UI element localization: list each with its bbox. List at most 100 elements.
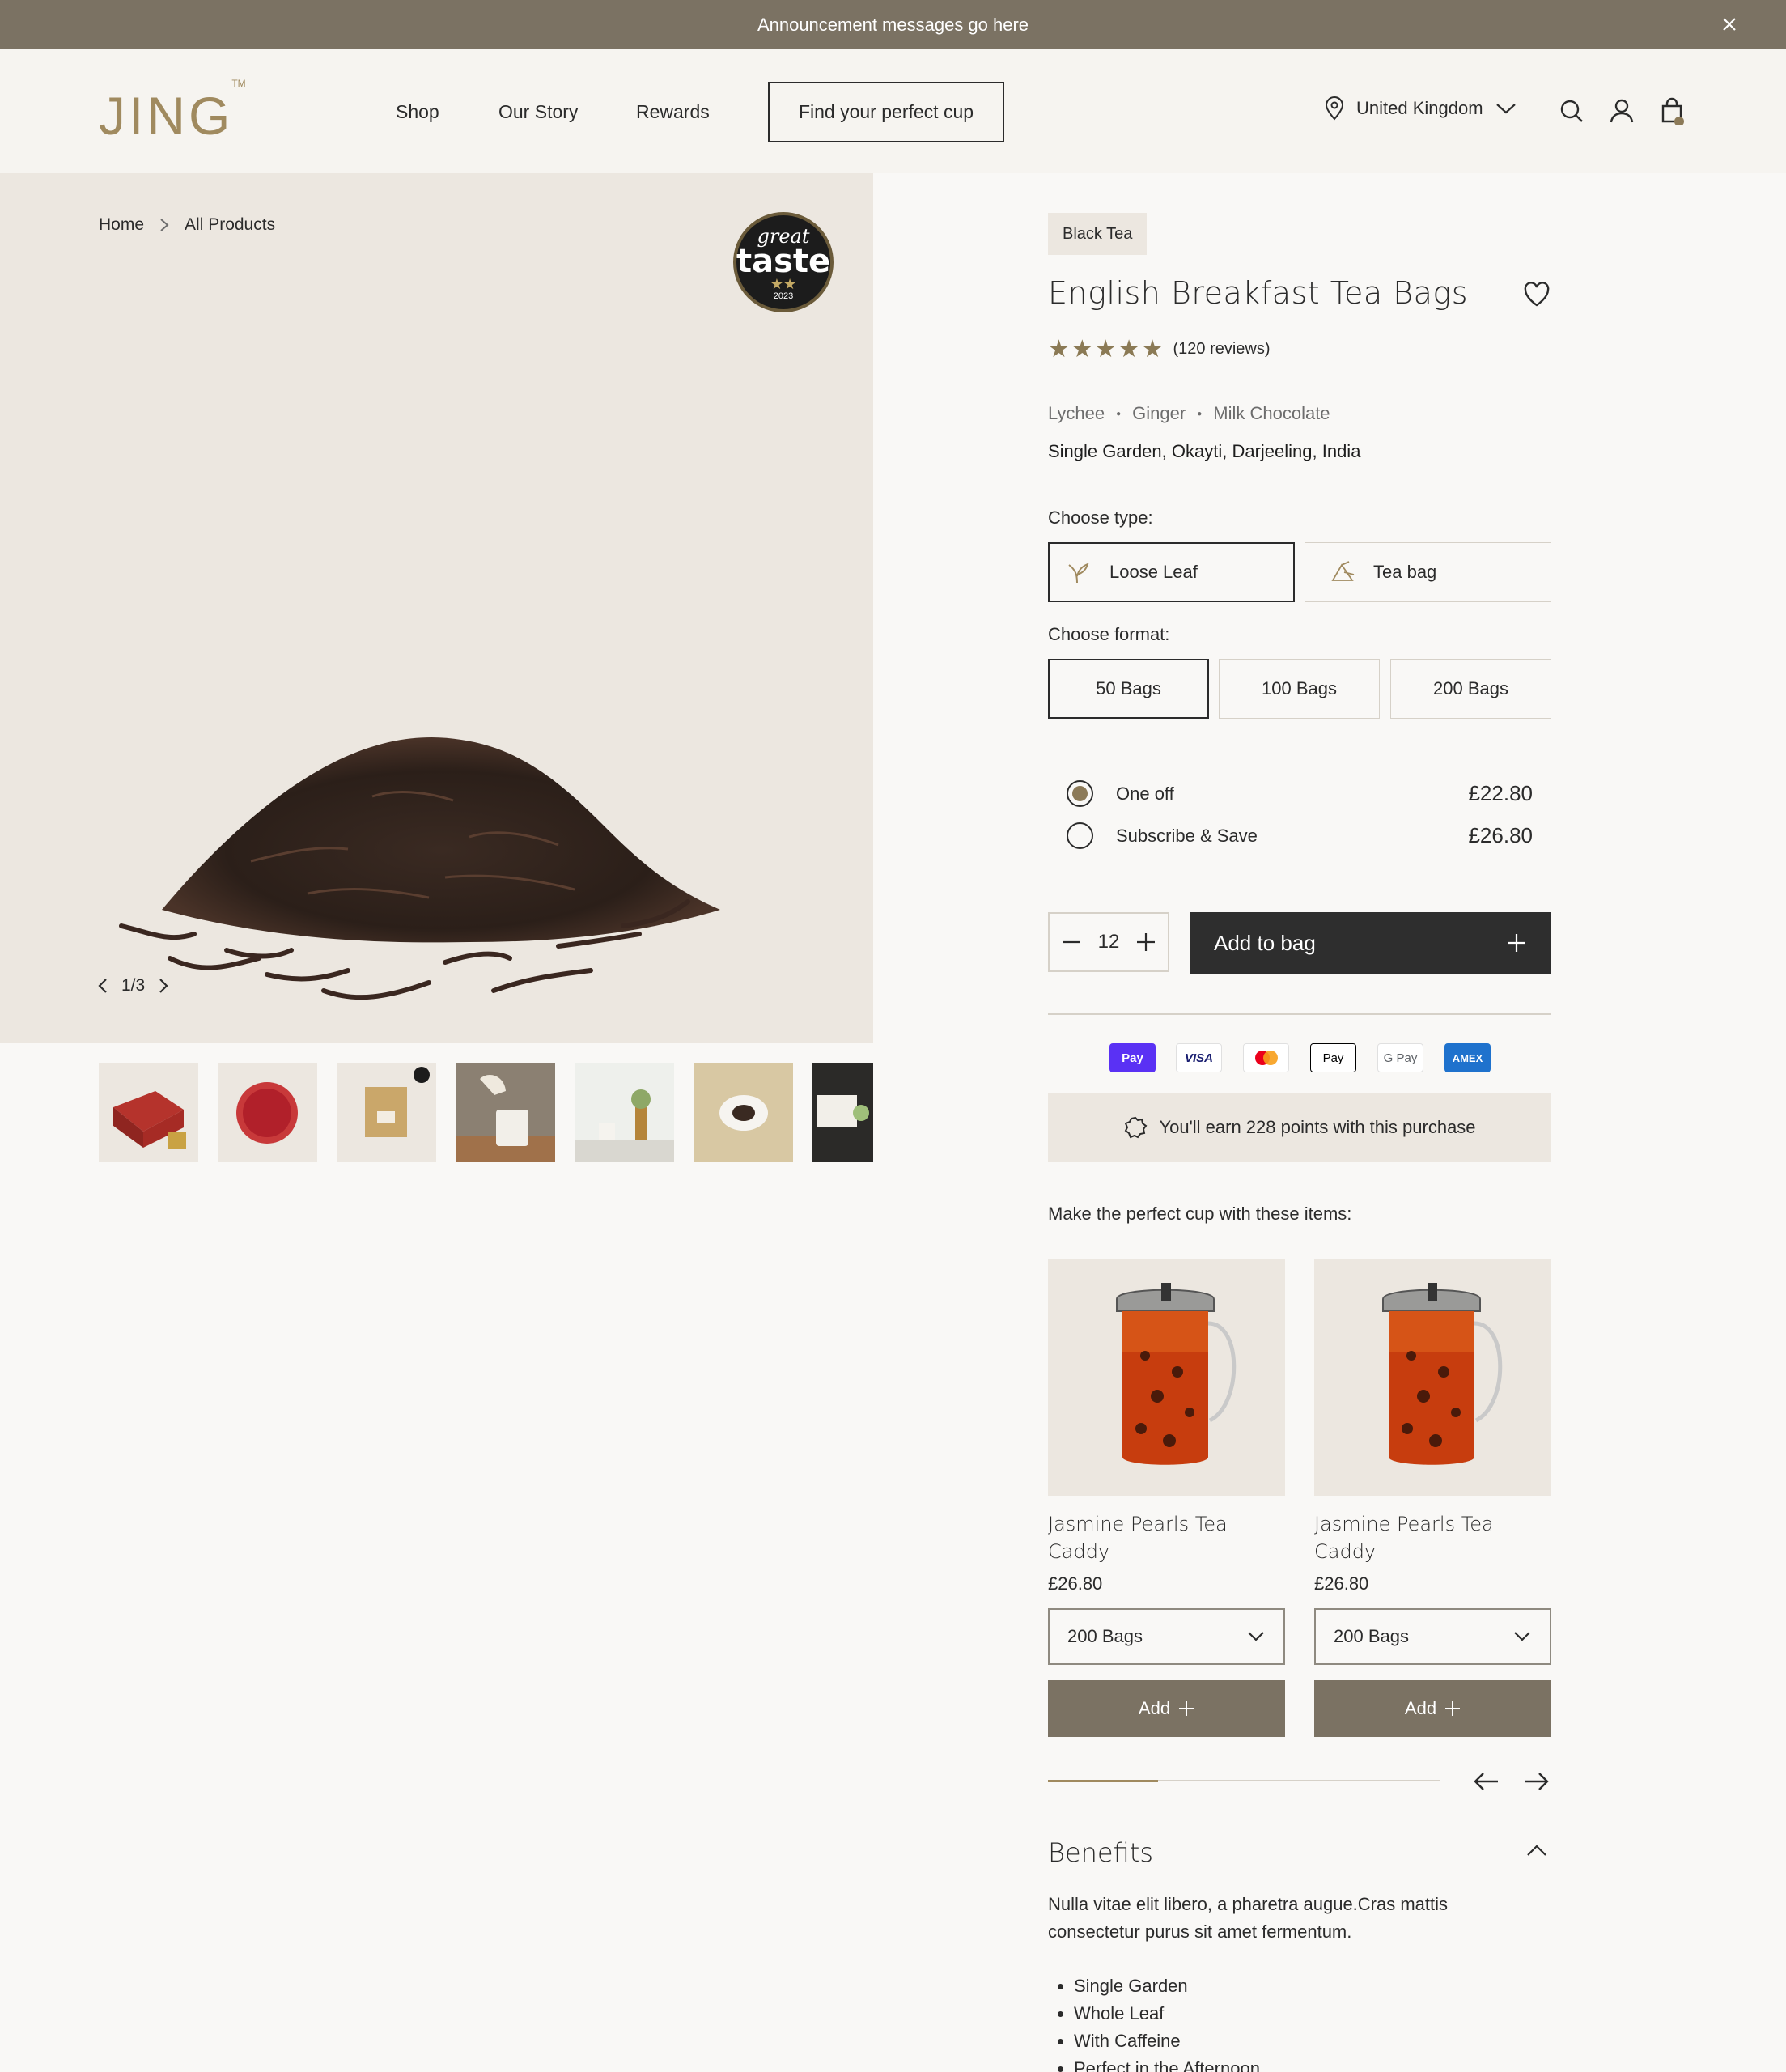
note-item: Lychee: [1048, 403, 1105, 423]
arrow-left-icon[interactable]: [1471, 1766, 1502, 1797]
add-to-bag-button[interactable]: Add to bag: [1190, 912, 1551, 974]
arrow-right-icon[interactable]: [1521, 1766, 1551, 1797]
type-loose-leaf[interactable]: Loose Leaf: [1048, 542, 1295, 602]
category-tag: Black Tea: [1048, 213, 1148, 255]
heart-icon[interactable]: [1522, 280, 1551, 309]
chevron-left-icon[interactable]: [97, 977, 108, 995]
recommendations-heading: Make the perfect cup with these items:: [1048, 1204, 1352, 1224]
minus-icon[interactable]: [1058, 928, 1085, 956]
pay-label: Pay: [1322, 1051, 1344, 1065]
note-item: Ginger: [1132, 403, 1186, 423]
badge-icon: [1125, 1116, 1148, 1139]
format-100-bags[interactable]: 100 Bags: [1219, 659, 1380, 719]
plus-icon: [1508, 934, 1525, 952]
select-value: 200 Bags: [1067, 1626, 1143, 1646]
announcement-text: Announcement messages go here: [757, 14, 1029, 35]
pay-label: G Pay: [1383, 1051, 1418, 1065]
purchase-option-label: Subscribe & Save: [1116, 825, 1258, 846]
points-text: You'll earn 228 points with this purchas…: [1159, 1117, 1476, 1137]
country-selector[interactable]: United Kingdom: [1324, 96, 1517, 121]
product-card-price: £26.80: [1048, 1573, 1103, 1594]
note-item: Milk Chocolate: [1213, 403, 1330, 423]
logo-tm: TM: [231, 78, 246, 89]
product-card-price: £26.80: [1314, 1573, 1369, 1594]
product-title: English Breakfast Tea Bags: [1048, 275, 1469, 311]
points-banner: You'll earn 228 points with this purchas…: [1048, 1093, 1551, 1162]
type-tea-bag[interactable]: Tea bag: [1305, 542, 1551, 602]
product-rating[interactable]: ★★★★★ (120 reviews): [1048, 335, 1271, 363]
close-icon[interactable]: [1718, 13, 1741, 36]
benefits-list: Single Garden Whole Leaf With Caffeine P…: [1074, 1972, 1260, 2072]
purchase-option-subscribe[interactable]: Subscribe & Save £26.80: [1067, 822, 1533, 849]
purchase-option-price: £26.80: [1468, 823, 1533, 847]
announcement-bar: Announcement messages go here: [0, 0, 1786, 49]
leaf-icon: [1068, 563, 1089, 584]
pay-label: AMEX: [1452, 1051, 1483, 1064]
nav-shop[interactable]: Shop: [396, 101, 439, 123]
bullet-icon: ●: [1197, 409, 1203, 418]
tea-leaves-image: [119, 737, 720, 1000]
pager-count: 1/3: [121, 976, 146, 995]
product-card-add-button[interactable]: Add: [1314, 1680, 1551, 1737]
thumbnail-gift-box[interactable]: [99, 1063, 198, 1162]
product-card-format-select[interactable]: 200 Bags: [1314, 1608, 1551, 1665]
review-count: (120 reviews): [1173, 340, 1271, 358]
thumbnail-hands-cup[interactable]: [812, 1063, 873, 1162]
chevron-down-icon: [1514, 1632, 1530, 1641]
list-item: With Caffeine: [1074, 2027, 1260, 2055]
purchase-option-one-off[interactable]: One off £22.80: [1067, 780, 1533, 807]
logo-text: JING: [99, 86, 234, 146]
badge-line2: taste: [736, 243, 831, 280]
product-card-image[interactable]: [1048, 1259, 1285, 1496]
radio-selected[interactable]: [1067, 780, 1093, 807]
choose-type-label: Choose type:: [1048, 507, 1153, 528]
chevron-right-icon[interactable]: [158, 977, 169, 995]
quantity-stepper: 12: [1048, 912, 1169, 972]
thumbnail-tea-bowl[interactable]: [694, 1063, 793, 1162]
great-taste-badge: great taste ★★ 2023: [733, 212, 834, 312]
radio-unselected[interactable]: [1067, 822, 1093, 849]
breadcrumb: Home All Products: [99, 215, 275, 235]
star-rating: ★★★★★: [1048, 336, 1165, 363]
chevron-up-icon[interactable]: [1525, 1839, 1549, 1863]
purchase-option-price: £22.80: [1468, 781, 1533, 805]
add-label: Add: [1138, 1698, 1171, 1718]
location-pin-icon: [1325, 96, 1344, 121]
plus-icon[interactable]: [1132, 928, 1160, 956]
gallery-pager: 1/3: [97, 976, 169, 996]
format-200-bags[interactable]: 200 Bags: [1390, 659, 1551, 719]
breadcrumb-all-products[interactable]: All Products: [185, 215, 275, 235]
quantity-value[interactable]: 12: [1098, 931, 1120, 953]
thumbnail-tea-cup[interactable]: [218, 1063, 317, 1162]
find-perfect-cup-button[interactable]: Find your perfect cup: [768, 82, 1004, 142]
bullet-icon: ●: [1116, 409, 1122, 418]
nav-rewards[interactable]: Rewards: [636, 101, 710, 123]
product-card-name[interactable]: Jasmine Pearls Tea Caddy: [1314, 1510, 1533, 1565]
thumbnail-tea-scene[interactable]: [575, 1063, 674, 1162]
search-icon[interactable]: [1557, 96, 1586, 125]
product-card-format-select[interactable]: 200 Bags: [1048, 1608, 1285, 1665]
account-icon[interactable]: [1607, 96, 1636, 125]
badge-year: 2023: [773, 291, 794, 301]
product-card-image[interactable]: [1314, 1259, 1551, 1496]
pay-label: Pay: [1122, 1051, 1143, 1065]
bag-icon[interactable]: [1657, 96, 1686, 125]
product-card-name[interactable]: Jasmine Pearls Tea Caddy: [1048, 1510, 1266, 1565]
nav-our-story[interactable]: Our Story: [498, 101, 578, 123]
benefits-heading[interactable]: Benefits: [1048, 1837, 1153, 1868]
chevron-right-icon: [160, 219, 169, 231]
format-50-bags[interactable]: 50 Bags: [1048, 659, 1209, 719]
jing-logo[interactable]: JINGTM: [99, 78, 248, 146]
chevron-down-icon: [1248, 1632, 1264, 1641]
amex-icon: AMEX: [1444, 1043, 1491, 1072]
type-label: Loose Leaf: [1109, 562, 1198, 582]
product-card-add-button[interactable]: Add: [1048, 1680, 1285, 1737]
google-pay-icon: G Pay: [1377, 1043, 1423, 1072]
carousel-scrollbar[interactable]: [1048, 1780, 1440, 1782]
thumbnail-pouring-tea[interactable]: [456, 1063, 555, 1162]
shop-pay-icon: Pay: [1109, 1043, 1156, 1072]
breadcrumb-home[interactable]: Home: [99, 215, 144, 235]
product-gallery: Home All Products great taste ★★ 2023 1/…: [0, 173, 873, 1043]
carousel-progress: [1048, 1780, 1158, 1782]
thumbnail-tea-pouch[interactable]: [337, 1063, 436, 1162]
